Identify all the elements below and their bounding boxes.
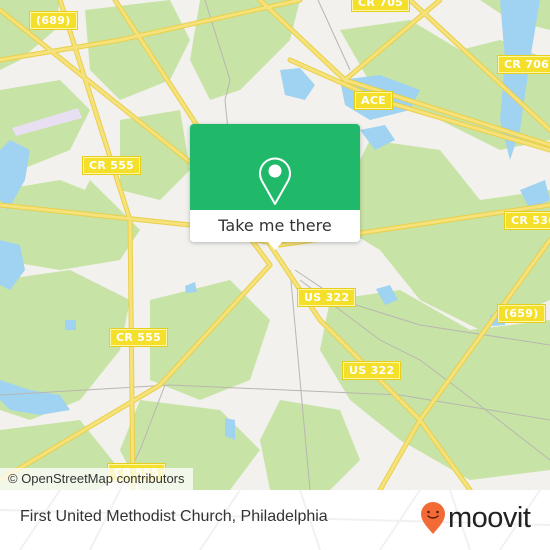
road-shield-cr-659: (659) [498, 305, 545, 322]
place-name: First United Methodist Church, Philadelp… [20, 508, 328, 525]
moovit-smile-pin-icon [421, 502, 445, 534]
brand-wordmark: moovit [448, 501, 531, 534]
take-me-there-button[interactable]: Take me there [190, 210, 360, 242]
moovit-logo[interactable]: moovit [420, 498, 531, 538]
road-shield-cr-536: CR 536 [505, 212, 550, 229]
map-pin-icon [259, 157, 291, 205]
map-attribution[interactable]: © OpenStreetMap contributors [0, 468, 193, 490]
footer-bar: First United Methodist Church, Philadelp… [0, 490, 550, 550]
road-shield-cr-555-mid: CR 555 [110, 329, 168, 346]
road-shield-us-322-south: US 322 [343, 362, 401, 379]
popup-header [190, 124, 360, 210]
location-popup: Take me there [190, 124, 360, 250]
road-shield-ace: ACE [355, 92, 393, 109]
road-shield-us-322-north: US 322 [298, 289, 356, 306]
road-shield-cr-705: CR 705 [352, 0, 410, 11]
road-shield-cr-555-north: CR 555 [83, 157, 141, 174]
road-shield-cr-706: CR 706 [498, 56, 550, 73]
road-shield-cr-689: (689) [30, 12, 77, 29]
popup-pointer [267, 241, 283, 250]
map-view[interactable]: (689) CR 705 CR 706 ACE CR 555 CR 536 US… [0, 0, 550, 490]
